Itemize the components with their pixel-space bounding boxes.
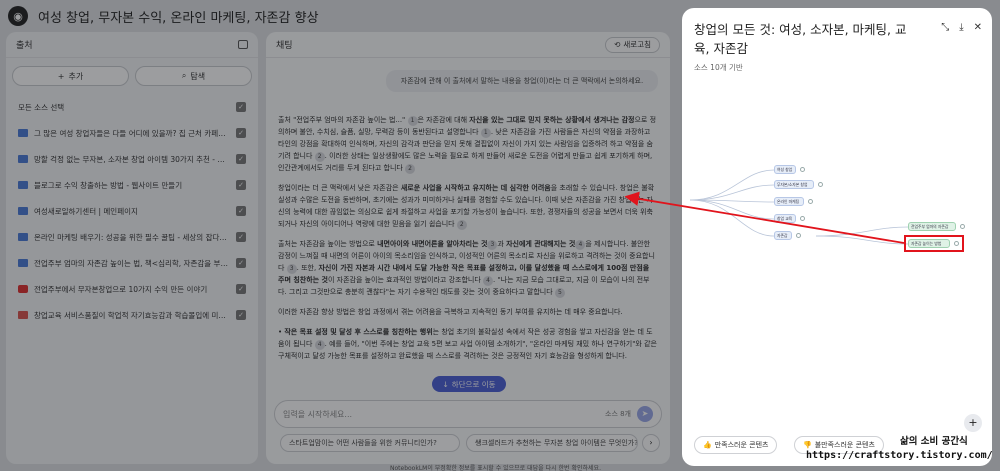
mindmap-node[interactable]: 무자본/소자본 창업	[774, 180, 814, 189]
mindmap-node[interactable]: 자존감	[774, 231, 792, 240]
expand-node-icon[interactable]	[796, 233, 801, 238]
expand-node-icon[interactable]	[800, 167, 805, 172]
thumbs-up-icon: 👍	[703, 441, 712, 449]
mindmap-panel: 창업의 모든 것: 여성, 소자본, 마케팅, 교육, 자존감 ⤡ ⤓ ✕ 소스…	[682, 8, 992, 466]
expand-node-icon[interactable]	[818, 182, 823, 187]
mindmap-node[interactable]: 창업 교육	[774, 214, 796, 223]
thumbs-down-icon: 👎	[803, 441, 812, 449]
bad-feedback-label: 불만족스러운 콘텐츠	[814, 441, 875, 449]
expand-node-icon[interactable]	[808, 199, 813, 204]
watermark-name: 삶의 소비 공간식	[900, 436, 968, 447]
zoom-in-icon[interactable]: +	[964, 414, 982, 432]
highlight-box	[904, 235, 964, 252]
watermark-url: https://craftstory.tistory.com/	[806, 450, 993, 461]
good-feedback-label: 만족스러운 콘텐츠	[714, 441, 769, 449]
mindmap-node[interactable]: 여성 창업	[774, 165, 796, 174]
expand-node-icon[interactable]	[960, 224, 965, 229]
mindmap-node[interactable]: 온라인 마케팅	[774, 197, 804, 206]
expand-node-icon[interactable]	[800, 216, 805, 221]
mindmap-node[interactable]: 전업주부 엄마의 자존감	[908, 222, 956, 231]
good-feedback-button[interactable]: 👍 만족스러운 콘텐츠	[694, 436, 778, 454]
